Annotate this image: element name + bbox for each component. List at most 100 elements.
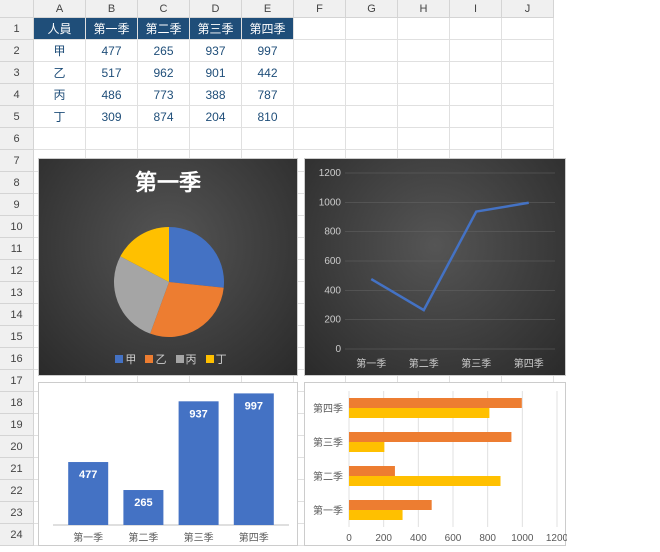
col-header-B[interactable]: B — [86, 0, 138, 18]
cell[interactable] — [86, 128, 138, 150]
col-header-E[interactable]: E — [242, 0, 294, 18]
cell[interactable] — [502, 62, 554, 84]
col-header-J[interactable]: J — [502, 0, 554, 18]
cell[interactable] — [190, 128, 242, 150]
cell[interactable]: 第四季 — [242, 18, 294, 40]
cell[interactable]: 997 — [242, 40, 294, 62]
cell[interactable]: 773 — [138, 84, 190, 106]
cell[interactable]: 937 — [190, 40, 242, 62]
svg-text:第四季: 第四季 — [239, 531, 269, 544]
cell[interactable] — [346, 128, 398, 150]
chart-bar-jia[interactable]: 477第一季265第二季937第三季997第四季 — [38, 382, 298, 546]
cell[interactable]: 第二季 — [138, 18, 190, 40]
select-all-corner[interactable] — [0, 0, 34, 18]
cell[interactable] — [346, 62, 398, 84]
cell[interactable] — [502, 40, 554, 62]
chart-line-jia[interactable]: 020040060080010001200第一季第二季第三季第四季 — [304, 158, 566, 376]
row-header-13[interactable]: 13 — [0, 282, 34, 304]
col-header-A[interactable]: A — [34, 0, 86, 18]
cell[interactable] — [294, 40, 346, 62]
cell[interactable] — [502, 106, 554, 128]
row-header-19[interactable]: 19 — [0, 414, 34, 436]
cell[interactable] — [450, 84, 502, 106]
cell[interactable] — [398, 106, 450, 128]
cell[interactable]: 丙 — [34, 84, 86, 106]
cell[interactable]: 810 — [242, 106, 294, 128]
cell[interactable] — [398, 40, 450, 62]
row-header-22[interactable]: 22 — [0, 480, 34, 502]
cell[interactable]: 962 — [138, 62, 190, 84]
cell[interactable] — [242, 128, 294, 150]
row-header-6[interactable]: 6 — [0, 128, 34, 150]
row-header-3[interactable]: 3 — [0, 62, 34, 84]
row-header-8[interactable]: 8 — [0, 172, 34, 194]
cell[interactable]: 乙 — [34, 62, 86, 84]
cell[interactable] — [502, 84, 554, 106]
row-header-5[interactable]: 5 — [0, 106, 34, 128]
row-header-21[interactable]: 21 — [0, 458, 34, 480]
cell[interactable]: 442 — [242, 62, 294, 84]
row-header-10[interactable]: 10 — [0, 216, 34, 238]
cell[interactable] — [398, 18, 450, 40]
col-header-H[interactable]: H — [398, 0, 450, 18]
cell[interactable] — [346, 18, 398, 40]
row-header-23[interactable]: 23 — [0, 502, 34, 524]
cell[interactable] — [294, 128, 346, 150]
cell[interactable] — [502, 128, 554, 150]
cell[interactable] — [138, 128, 190, 150]
cell[interactable]: 甲 — [34, 40, 86, 62]
cell[interactable] — [294, 84, 346, 106]
row-header-14[interactable]: 14 — [0, 304, 34, 326]
row-header-11[interactable]: 11 — [0, 238, 34, 260]
row-header-16[interactable]: 16 — [0, 348, 34, 370]
cell[interactable]: 874 — [138, 106, 190, 128]
cell[interactable]: 787 — [242, 84, 294, 106]
col-header-D[interactable]: D — [190, 0, 242, 18]
chart-hbar-compare[interactable]: 020040060080010001200第四季第三季第二季第一季 — [304, 382, 566, 546]
row-header-24[interactable]: 24 — [0, 524, 34, 546]
row-header-12[interactable]: 12 — [0, 260, 34, 282]
cell[interactable] — [450, 106, 502, 128]
cell[interactable]: 204 — [190, 106, 242, 128]
cell[interactable]: 丁 — [34, 106, 86, 128]
row-header-4[interactable]: 4 — [0, 84, 34, 106]
cell[interactable]: 486 — [86, 84, 138, 106]
row-header-15[interactable]: 15 — [0, 326, 34, 348]
cell[interactable]: 人員 — [34, 18, 86, 40]
cell[interactable] — [294, 18, 346, 40]
cell[interactable] — [398, 128, 450, 150]
cell[interactable] — [398, 84, 450, 106]
cell[interactable]: 第三季 — [190, 18, 242, 40]
cell[interactable]: 388 — [190, 84, 242, 106]
cell[interactable] — [346, 40, 398, 62]
cell[interactable] — [450, 18, 502, 40]
cell[interactable] — [450, 62, 502, 84]
cell[interactable] — [450, 40, 502, 62]
row-header-18[interactable]: 18 — [0, 392, 34, 414]
cell[interactable] — [294, 106, 346, 128]
row-header-7[interactable]: 7 — [0, 150, 34, 172]
cell[interactable] — [450, 128, 502, 150]
col-header-G[interactable]: G — [346, 0, 398, 18]
cell[interactable] — [34, 128, 86, 150]
cell[interactable]: 517 — [86, 62, 138, 84]
row-header-17[interactable]: 17 — [0, 370, 34, 392]
row-header-20[interactable]: 20 — [0, 436, 34, 458]
col-header-C[interactable]: C — [138, 0, 190, 18]
cell[interactable]: 901 — [190, 62, 242, 84]
cell[interactable]: 第一季 — [86, 18, 138, 40]
cell[interactable] — [346, 84, 398, 106]
cell[interactable] — [502, 18, 554, 40]
col-header-I[interactable]: I — [450, 0, 502, 18]
cell[interactable] — [294, 62, 346, 84]
cell[interactable]: 309 — [86, 106, 138, 128]
row-header-1[interactable]: 1 — [0, 18, 34, 40]
cell[interactable] — [398, 62, 450, 84]
col-header-F[interactable]: F — [294, 0, 346, 18]
row-header-2[interactable]: 2 — [0, 40, 34, 62]
row-header-9[interactable]: 9 — [0, 194, 34, 216]
cell[interactable]: 477 — [86, 40, 138, 62]
cell[interactable]: 265 — [138, 40, 190, 62]
cell[interactable] — [346, 106, 398, 128]
chart-pie-q1[interactable]: 第一季 甲 乙 丙 丁 — [38, 158, 298, 376]
